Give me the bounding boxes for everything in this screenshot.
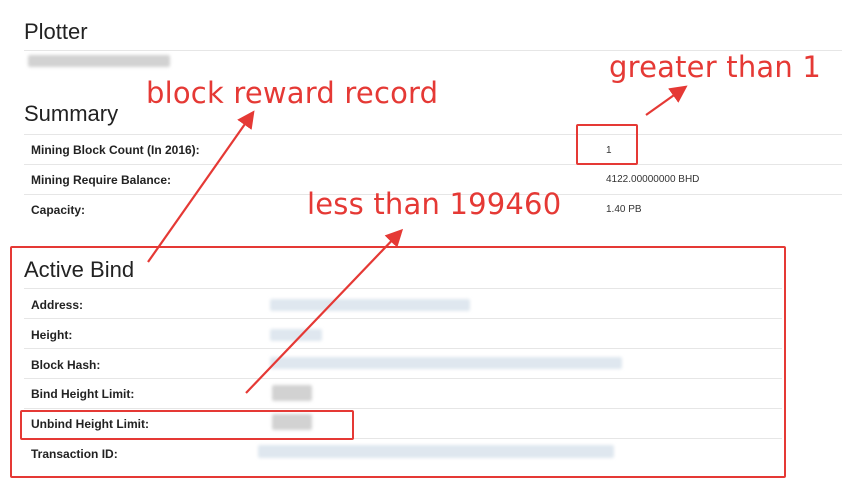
arrow-to-block-reward-record (147, 110, 255, 263)
arrow-to-greater-than-1 (645, 85, 688, 116)
arrow-to-less-than-199460 (245, 228, 404, 394)
annotation-arrows (147, 85, 688, 394)
